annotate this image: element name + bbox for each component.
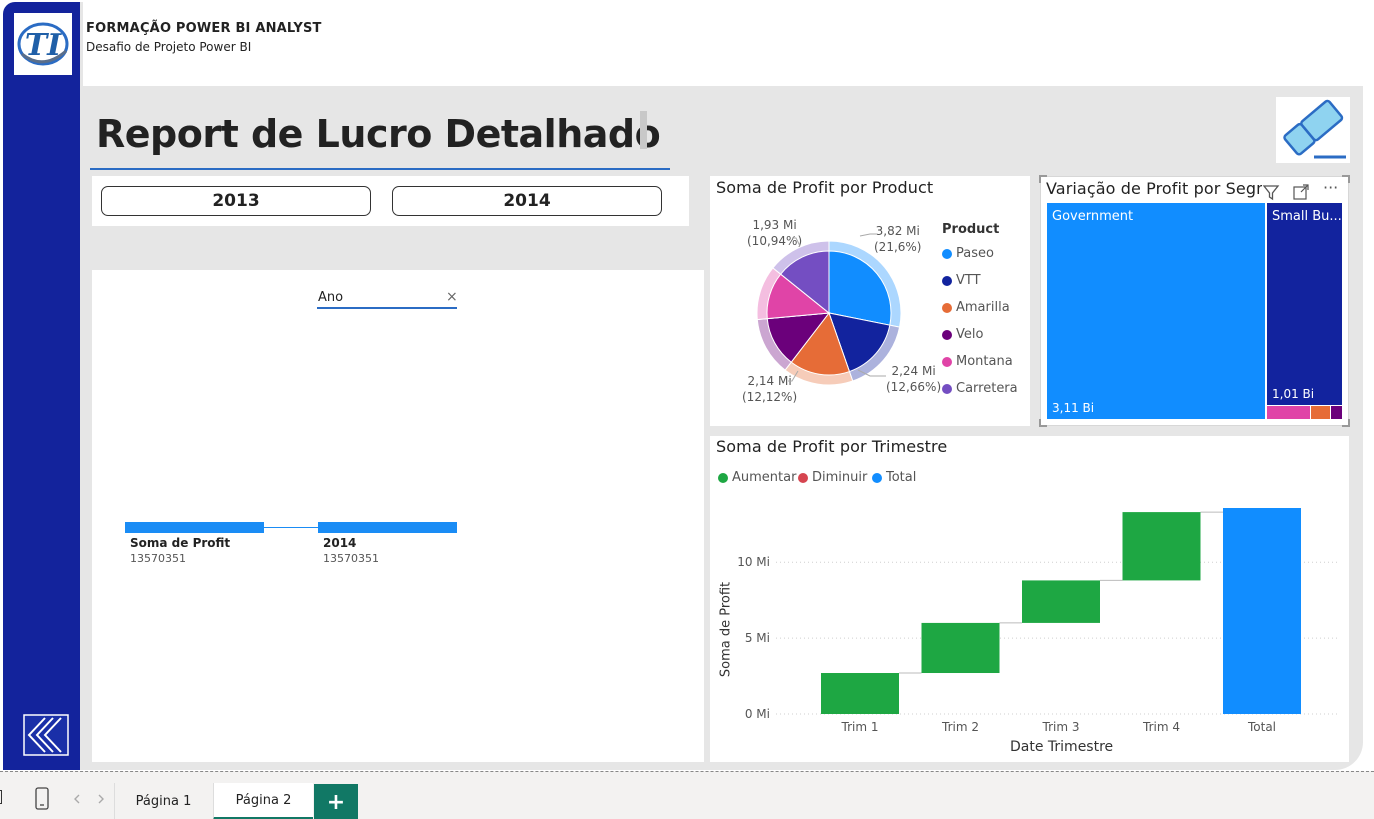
treemap-cell[interactable] xyxy=(1311,406,1330,419)
add-page-button[interactable]: + xyxy=(314,784,358,819)
close-icon[interactable]: × xyxy=(446,289,458,305)
report-canvas: TI FORMAÇÃO POWER BI ANALYST Desafio de … xyxy=(0,0,1374,819)
treemap-cell-small-business[interactable]: Small Bu... 1,01 Bi xyxy=(1267,203,1342,405)
mobile-layout-icon[interactable] xyxy=(34,787,50,811)
legend-item-paseo[interactable]: Paseo xyxy=(942,246,994,261)
tree-node-bar[interactable] xyxy=(125,522,264,533)
header-title: FORMAÇÃO POWER BI ANALYST xyxy=(86,21,322,36)
tree-node-value: 13570351 xyxy=(130,552,186,565)
waterfall-bar-increase[interactable] xyxy=(1022,580,1100,623)
chevrons-left-icon xyxy=(23,714,69,756)
clear-filters-button[interactable] xyxy=(1276,97,1350,163)
tree-node-label: 2014 xyxy=(323,536,357,550)
header-subtitle: Desafio de Projeto Power BI xyxy=(86,40,252,54)
svg-text:TI: TI xyxy=(25,28,62,63)
waterfall-bar-total[interactable] xyxy=(1223,508,1301,714)
legend-item-amarilla[interactable]: Amarilla xyxy=(942,300,1010,315)
treemap-cell-value: 1,01 Bi xyxy=(1272,387,1315,401)
tab-pagina-2[interactable]: Página 2 xyxy=(213,783,313,819)
legend-dot xyxy=(942,356,952,367)
tree-node-label: Soma de Profit xyxy=(130,536,231,550)
tree-node-value: 13570351 xyxy=(323,552,379,565)
legend-item-montana[interactable]: Montana xyxy=(942,354,1013,369)
tree-level-label[interactable]: Ano xyxy=(318,290,343,305)
legend-dot xyxy=(942,329,952,340)
title-cursor xyxy=(640,111,647,149)
decomposition-tree: Ano × Soma de Profit 13570351 2014 13570… xyxy=(92,270,704,762)
tree-level-underline xyxy=(317,307,457,309)
x-tick-label: Trim 1 xyxy=(841,720,879,734)
slicer-option-2014[interactable]: 2014 xyxy=(392,186,662,216)
legend-item-carretera[interactable]: Carretera xyxy=(942,381,1018,396)
logo: TI xyxy=(14,13,72,75)
title-underline xyxy=(90,168,670,170)
tab-pagina-1[interactable]: Página 1 xyxy=(114,783,212,819)
treemap-visual: Variação de Profit por Segment ··· Gover… xyxy=(1039,175,1350,427)
treemap-cell-value: 3,11 Bi xyxy=(1052,401,1095,415)
y-tick-label: 0 Mi xyxy=(745,707,770,721)
x-tick-label: Trim 2 xyxy=(941,720,979,734)
eraser-icon xyxy=(1283,99,1346,159)
filter-icon[interactable] xyxy=(1262,183,1280,201)
waterfall-plot[interactable]: 0 Mi 5 Mi 10 Mi Trim 1 Trim 2 Trim 3 Trim 4 Tot… xyxy=(710,436,1349,762)
treemap-cell-label: Government xyxy=(1052,209,1134,224)
waterfall-visual: Soma de Profit por Trimestre Aumentar Di… xyxy=(710,436,1349,762)
legend-dot xyxy=(942,248,952,259)
report-title: Report de Lucro Detalhado xyxy=(96,112,661,156)
resize-handle[interactable] xyxy=(1039,419,1047,427)
tree-node-bar[interactable] xyxy=(318,522,457,533)
chevron-right-icon[interactable] xyxy=(96,794,106,804)
treemap-title: Variação de Profit por Segment xyxy=(1046,179,1262,198)
legend-dot xyxy=(942,302,952,313)
waterfall-bar-increase[interactable] xyxy=(1122,512,1201,581)
legend-dot xyxy=(942,383,952,394)
legend-item-velo[interactable]: Velo xyxy=(942,327,983,342)
header-bar xyxy=(83,2,1363,86)
more-options-icon[interactable]: ··· xyxy=(1323,178,1338,197)
waterfall-bar-increase[interactable] xyxy=(921,622,1000,674)
legend-dot xyxy=(942,275,952,286)
chevron-left-icon[interactable] xyxy=(72,794,82,804)
y-tick-label: 5 Mi xyxy=(745,631,770,645)
legend-item-vtt[interactable]: VTT xyxy=(942,273,981,288)
pie-legend-title: Product xyxy=(942,222,1000,237)
treemap-cell[interactable] xyxy=(1331,406,1342,419)
pie-chart-visual: Soma de Profit por Product 3,82 Mi (21,6%… xyxy=(710,176,1030,426)
slicer-option-2013[interactable]: 2013 xyxy=(101,186,371,216)
page-tab-bar: Página 1 Página 2 + xyxy=(0,771,1374,819)
resize-handle[interactable] xyxy=(1039,175,1047,183)
treemap-cell-government[interactable]: Government 3,11 Bi xyxy=(1047,203,1265,419)
focus-mode-icon[interactable] xyxy=(1292,183,1310,201)
tree-connector xyxy=(264,527,318,528)
treemap-cell[interactable] xyxy=(1267,406,1310,419)
x-tick-label: Trim 4 xyxy=(1142,720,1180,734)
y-tick-label: 10 Mi xyxy=(737,555,770,569)
resize-handle[interactable] xyxy=(1342,175,1350,183)
resize-handle[interactable] xyxy=(1342,419,1350,427)
back-nav-button[interactable] xyxy=(23,714,69,756)
left-rail: TI xyxy=(3,2,80,770)
logo-icon: TI xyxy=(14,13,72,75)
waterfall-bar-increase[interactable] xyxy=(821,673,899,714)
x-tick-label: Total xyxy=(1247,720,1276,734)
x-tick-label: Trim 3 xyxy=(1042,720,1080,734)
treemap-cell-label: Small Bu... xyxy=(1272,209,1342,224)
year-slicer: 2013 2014 xyxy=(92,176,689,226)
desktop-layout-icon[interactable] xyxy=(0,790,2,804)
